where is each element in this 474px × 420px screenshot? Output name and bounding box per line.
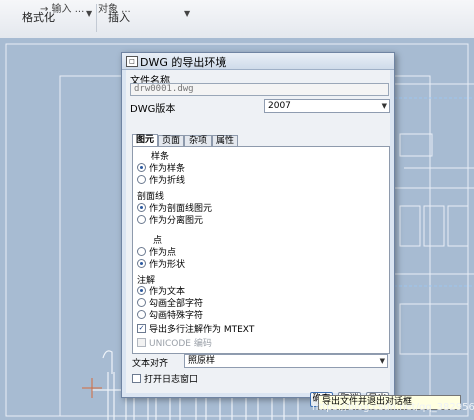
- chevron-down-icon: ▼: [379, 357, 385, 365]
- text-align-label: 文本对齐: [132, 359, 169, 369]
- dwg-version-value: 2007: [268, 101, 291, 111]
- text-align-value: 照原样: [188, 356, 216, 366]
- note-as-text-radio[interactable]: [137, 286, 146, 295]
- dwg-export-dialog: □ DWG 的导出环境 文件名称 drw0001.dwg DWG版本 2007 …: [121, 52, 395, 407]
- point-as-shape-radio[interactable]: [137, 259, 146, 268]
- section-as-separate-label: 作为分离图元: [149, 216, 204, 226]
- tab-properties[interactable]: 属性: [212, 135, 238, 146]
- mtext-checkbox[interactable]: ✓: [137, 324, 146, 333]
- section-as-separate-radio[interactable]: [137, 215, 146, 224]
- unicode-label: UNICODE 编码: [149, 339, 212, 349]
- note-stroke-special-label: 勾画特殊字符: [149, 311, 204, 321]
- file-name-field[interactable]: drw0001.dwg: [130, 83, 389, 96]
- entities-panel: 样条 作为样条 作为折线 剖面线 作为剖面线图元 作为分离图元 点 作为点 作为…: [132, 146, 390, 354]
- group-label-insert[interactable]: 插入: [108, 9, 130, 25]
- ribbon-separator: [96, 4, 97, 32]
- dialog-body: 文件名称 drw0001.dwg DWG版本 2007 ▼ 图元 页面 杂项 属…: [126, 70, 390, 407]
- group-label-format[interactable]: 格式化: [22, 9, 55, 25]
- note-stroke-special-radio[interactable]: [137, 310, 146, 319]
- dwg-version-label: DWG版本: [130, 104, 176, 115]
- watermark: https://blog.csdn.net/qq_38295600: [312, 402, 474, 413]
- ribbon: → 输入 ... 对象 ... 格式化 ▼ 插入 ▼: [0, 0, 474, 39]
- chevron-down-icon: ▼: [381, 102, 387, 110]
- open-log-checkbox[interactable]: [132, 374, 141, 383]
- text-align-select[interactable]: 照原样 ▼: [184, 354, 388, 368]
- section-as-entity-radio[interactable]: [137, 203, 146, 212]
- open-log-label: 打开日志窗口: [144, 375, 199, 385]
- dialog-title: DWG 的导出环境: [140, 56, 227, 69]
- point-as-point-radio[interactable]: [137, 247, 146, 256]
- spline-as-polyline-radio[interactable]: [137, 175, 146, 184]
- spline-as-polyline-label: 作为折线: [149, 176, 186, 186]
- format-group-launcher-icon[interactable]: ▼: [86, 9, 92, 18]
- spline-as-spline-radio[interactable]: [137, 163, 146, 172]
- tab-pages[interactable]: 页面: [158, 135, 184, 146]
- unicode-checkbox[interactable]: [137, 338, 146, 347]
- dwg-app-icon: □: [126, 56, 138, 67]
- insert-group-launcher-icon[interactable]: ▼: [184, 9, 190, 18]
- note-stroke-all-radio[interactable]: [137, 298, 146, 307]
- tab-misc[interactable]: 杂项: [184, 135, 212, 146]
- mtext-label: 导出多行注解作为 MTEXT: [149, 325, 255, 335]
- dialog-titlebar[interactable]: □ DWG 的导出环境: [122, 53, 394, 70]
- dwg-version-select[interactable]: 2007 ▼: [264, 99, 390, 113]
- point-as-shape-label: 作为形状: [149, 260, 186, 270]
